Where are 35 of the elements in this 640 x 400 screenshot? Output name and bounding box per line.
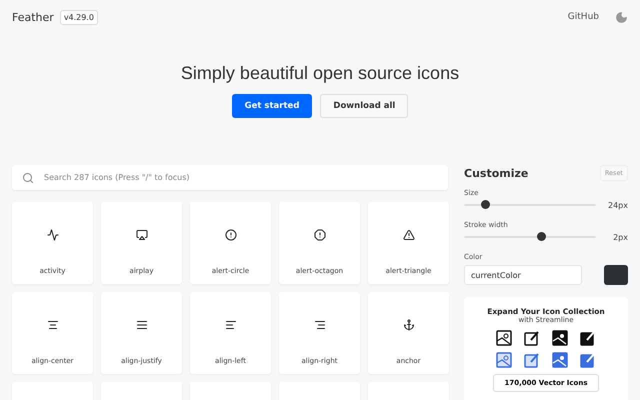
warning-triangle-icon	[402, 229, 414, 241]
search-icon	[22, 172, 34, 184]
slider-value: 24px	[608, 200, 628, 210]
slider-thumb[interactable]	[537, 232, 546, 241]
pulse-icon	[46, 229, 58, 241]
github-link[interactable]: GitHub	[568, 12, 599, 22]
alert-circle-icon	[224, 229, 236, 241]
align-left-icon	[224, 319, 236, 331]
color-swatch[interactable]	[604, 265, 628, 285]
image-icon	[552, 352, 568, 368]
edit-icon	[580, 330, 596, 346]
hero-title: Simply beautiful open source icons	[180, 63, 460, 84]
image-icon	[496, 352, 512, 368]
screen-icon	[136, 229, 148, 241]
anchor-icon	[402, 319, 414, 331]
download-button[interactable]: Download all	[320, 94, 408, 118]
moon-icon[interactable]	[615, 10, 628, 24]
align-center-icon	[46, 319, 58, 331]
edit-icon	[524, 330, 540, 346]
alert-octagon-icon	[314, 229, 326, 241]
align-right-icon	[314, 319, 326, 331]
slider-thumb[interactable]	[480, 200, 490, 209]
customize-title: Customize	[464, 166, 528, 180]
search-field[interactable]: Search 287 icons (Press "/" to focus)	[12, 165, 448, 190]
image-icon	[496, 330, 512, 346]
brand-name[interactable]: Feather	[12, 10, 54, 24]
image-icon	[552, 330, 568, 346]
get-started-button[interactable]: Get started	[232, 94, 312, 118]
align-justify-icon	[136, 319, 148, 331]
color-input[interactable]: currentColor	[464, 265, 582, 285]
edit-icon	[580, 352, 596, 368]
version-badge: v4.29.0	[60, 10, 98, 24]
slider-value: 2px	[613, 232, 628, 242]
search-input[interactable]: Search 287 icons (Press "/" to focus)	[42, 172, 438, 183]
edit-icon	[524, 352, 540, 368]
